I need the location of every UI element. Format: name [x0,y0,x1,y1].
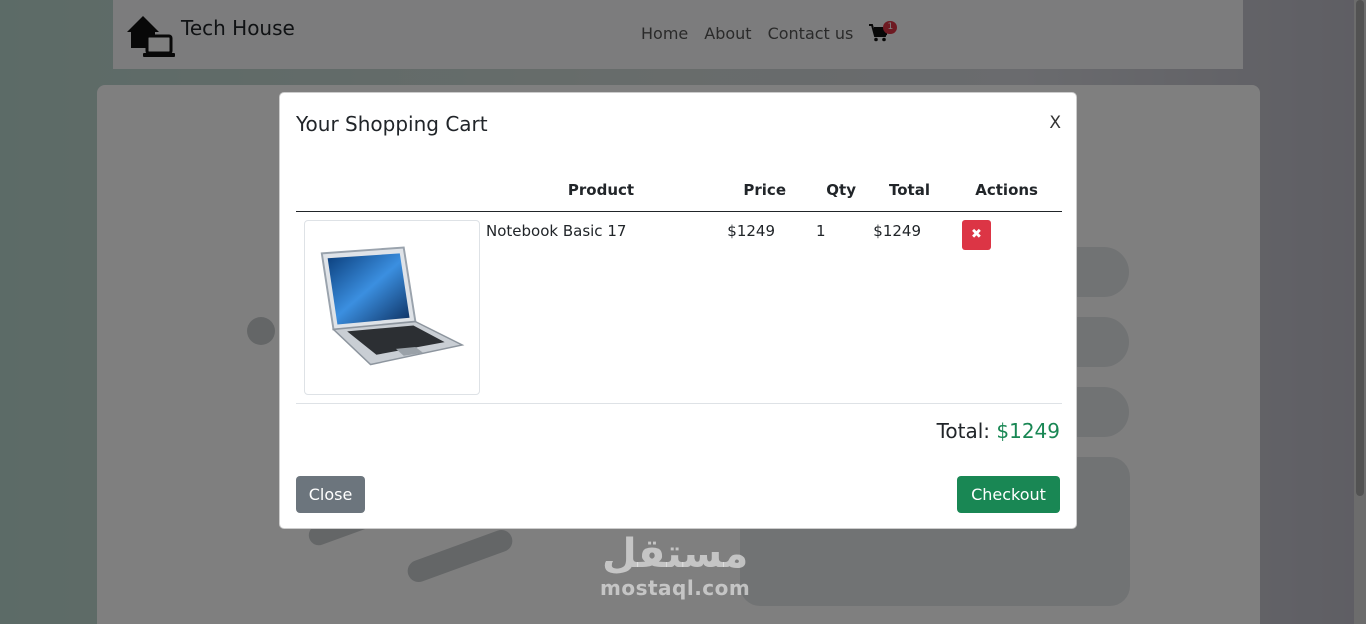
item-price: $1249 [716,211,786,404]
watermark: مستقل mostaql.com [600,532,750,600]
cart-total-value: $1249 [996,419,1060,443]
cart-total-label: Total: [936,419,991,443]
item-actions-cell: ✖ [930,211,1062,404]
item-qty: 1 [786,211,856,404]
item-name: Notebook Basic 17 [486,211,716,404]
column-qty: Qty [786,169,856,212]
column-total: Total [856,169,930,212]
close-icon: ✖ [971,227,982,242]
column-image [296,169,486,212]
cart-table: Product Price Qty Total Actions Notebook… [296,169,1062,404]
close-button[interactable]: Close [296,476,365,513]
shopping-cart-modal: Your Shopping Cart X Product Price Qty T… [279,92,1077,529]
checkout-button[interactable]: Checkout [957,476,1060,513]
modal-close-x-button[interactable]: X [1049,113,1061,133]
column-actions: Actions [930,169,1062,212]
cart-table-header: Product Price Qty Total Actions [296,169,1062,212]
column-product: Product [486,169,716,212]
column-price: Price [716,169,786,212]
cart-item-row: Notebook Basic 17 $1249 1 $1249 ✖ [296,211,1062,404]
modal-title: Your Shopping Cart [296,112,488,136]
watermark-arabic: مستقل [601,531,749,577]
remove-item-button[interactable]: ✖ [962,219,991,250]
watermark-latin: mostaql.com [600,576,751,600]
item-image-cell [296,211,486,404]
cart-total: Total: $1249 [937,419,1060,443]
laptop-icon [320,246,465,366]
item-total: $1249 [856,211,930,404]
product-image [304,219,480,395]
